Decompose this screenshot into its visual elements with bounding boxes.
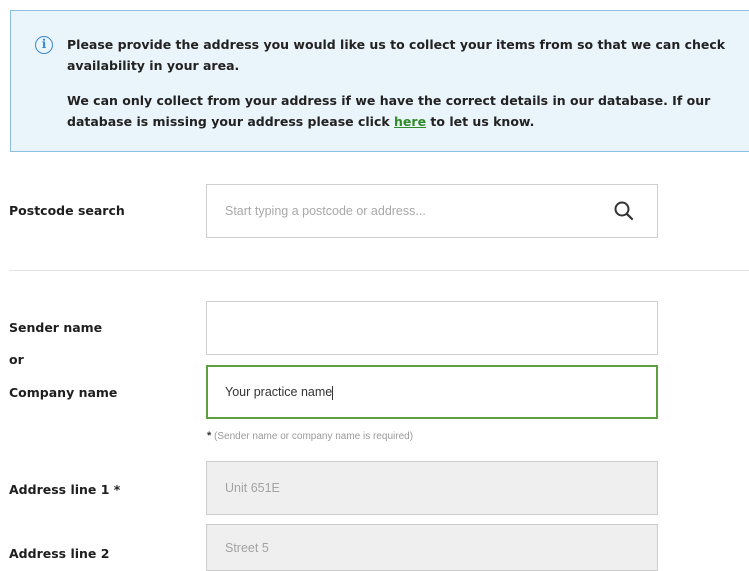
info-paragraph-2: We can only collect from your address if… xyxy=(67,90,727,132)
required-hint-text: (Sender name or company name is required… xyxy=(211,431,414,442)
address-line-1-label: Address line 1 * xyxy=(9,482,121,497)
postcode-search-label: Postcode search xyxy=(9,203,125,218)
sender-name-label: Sender name xyxy=(9,320,103,335)
company-name-label: Company name xyxy=(9,385,118,400)
address-line-2-label: Address line 2 xyxy=(9,546,110,561)
address-line-1-input[interactable] xyxy=(206,461,658,515)
sender-name-input[interactable] xyxy=(206,301,658,355)
company-name-value: Your practice name xyxy=(225,385,333,399)
info-panel: i Please provide the address you would l… xyxy=(10,10,749,152)
search-icon[interactable] xyxy=(612,199,636,223)
or-label: or xyxy=(9,352,24,367)
company-name-input[interactable]: Your practice name xyxy=(206,365,658,419)
info-paragraph-2-text: We can only collect from your address if… xyxy=(67,93,711,129)
text-caret xyxy=(332,385,334,400)
info-paragraph-2-tail: to let us know. xyxy=(426,114,535,129)
missing-address-link[interactable]: here xyxy=(394,114,426,129)
address-line-2-input[interactable] xyxy=(206,524,658,571)
collection-address-form: i Please provide the address you would l… xyxy=(0,0,749,571)
info-paragraph-1: Please provide the address you would lik… xyxy=(67,37,726,73)
required-hint: * (Sender name or company name is requir… xyxy=(207,430,413,442)
section-divider xyxy=(9,270,749,271)
postcode-search-input[interactable] xyxy=(206,184,658,238)
info-circle-icon: i xyxy=(35,36,53,54)
